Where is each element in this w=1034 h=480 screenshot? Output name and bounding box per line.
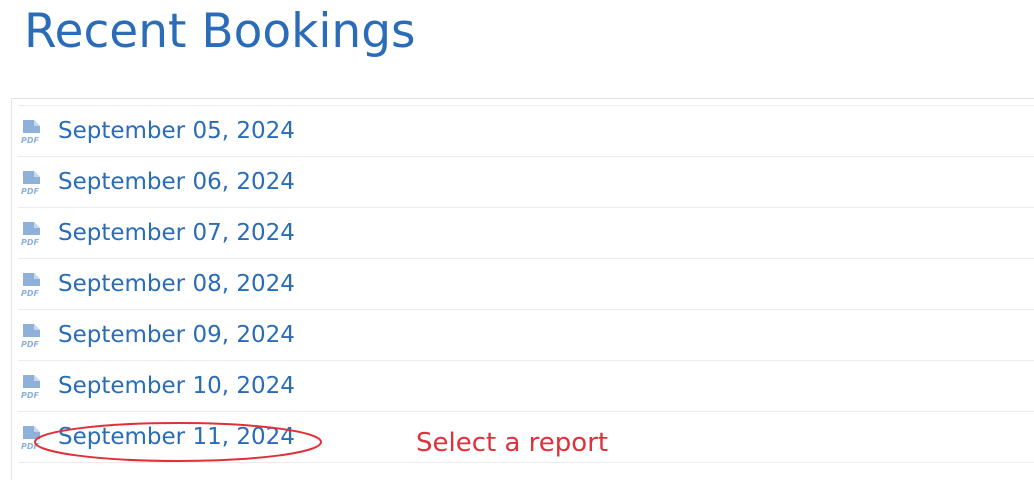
annotation-ellipse — [34, 422, 322, 462]
pdf-icon: PDF — [21, 324, 40, 349]
report-list: PDF September 05, 2024 PDF September 06,… — [18, 105, 1034, 463]
annotation-text: Select a report — [416, 428, 609, 458]
report-link[interactable]: September 07, 2024 — [58, 219, 295, 247]
pdf-icon: PDF — [21, 222, 40, 247]
svg-text:PDF: PDF — [21, 136, 40, 145]
page-title: Recent Bookings — [24, 4, 416, 59]
svg-text:PDF: PDF — [21, 391, 40, 400]
list-item[interactable]: PDF September 08, 2024 — [18, 259, 1034, 310]
svg-text:PDF: PDF — [21, 289, 40, 298]
svg-text:PDF: PDF — [21, 340, 40, 349]
report-link[interactable]: September 05, 2024 — [58, 117, 295, 145]
svg-text:PDF: PDF — [21, 187, 40, 196]
report-link[interactable]: September 09, 2024 — [58, 321, 295, 349]
list-item[interactable]: PDF September 05, 2024 — [18, 106, 1034, 157]
pdf-icon: PDF — [21, 171, 40, 196]
list-item[interactable]: PDF September 10, 2024 — [18, 361, 1034, 412]
recent-bookings-page: Recent Bookings PDF September 05, 2024 P… — [0, 0, 1034, 480]
report-link[interactable]: September 06, 2024 — [58, 168, 295, 196]
list-item[interactable]: PDF September 06, 2024 — [18, 157, 1034, 208]
pdf-icon: PDF — [21, 120, 40, 145]
report-link[interactable]: September 08, 2024 — [58, 270, 295, 298]
list-item[interactable]: PDF September 07, 2024 — [18, 208, 1034, 259]
svg-text:PDF: PDF — [21, 238, 40, 247]
report-link[interactable]: September 10, 2024 — [58, 372, 295, 400]
list-item[interactable]: PDF September 09, 2024 — [18, 310, 1034, 361]
pdf-icon: PDF — [21, 375, 40, 400]
pdf-icon: PDF — [21, 273, 40, 298]
